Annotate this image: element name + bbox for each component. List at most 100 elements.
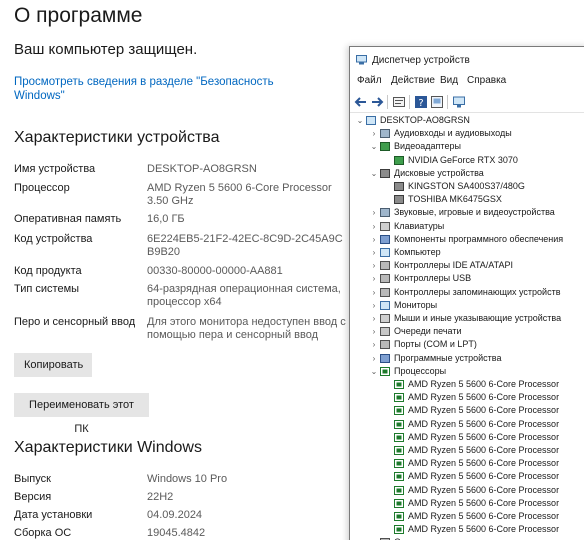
back-icon[interactable] xyxy=(354,95,368,109)
tree-category-item[interactable]: › Контроллеры IDE ATA/ATAPI xyxy=(350,259,584,272)
forward-icon[interactable] xyxy=(370,95,384,109)
properties-icon[interactable] xyxy=(392,95,406,109)
tree-device-item[interactable]: AMD Ryzen 5 5600 6-Core Processor xyxy=(350,523,584,536)
display-icon xyxy=(394,155,404,165)
chevron-right-icon[interactable]: › xyxy=(370,272,378,285)
menu-file[interactable]: Файл xyxy=(357,75,382,86)
tree-device-item[interactable]: AMD Ryzen 5 5600 6-Core Processor xyxy=(350,470,584,483)
tree-category-item[interactable]: ⌄ Видеоадаптеры xyxy=(350,140,584,153)
tree-item-label: AMD Ryzen 5 5600 6-Core Processor xyxy=(408,524,560,535)
spec-label: Выпуск xyxy=(14,473,51,485)
chevron-right-icon[interactable]: › xyxy=(370,352,378,365)
copy-button[interactable]: Копировать xyxy=(14,353,92,377)
security-details-link[interactable]: Просмотреть сведения в разделе "Безопасн… xyxy=(14,75,314,103)
tree-item-label: AMD Ryzen 5 5600 6-Core Processor xyxy=(408,497,560,508)
tree-item-label: Процессоры xyxy=(394,365,447,376)
tree-device-item[interactable]: AMD Ryzen 5 5600 6-Core Processor xyxy=(350,404,584,417)
tree-category-item[interactable]: › Звуковые, игровые и видеоустройства xyxy=(350,206,584,219)
chevron-right-icon[interactable]: › xyxy=(370,536,378,540)
chevron-down-icon[interactable]: ⌄ xyxy=(370,167,378,180)
tree-item-label: DESKTOP-AO8GRSN xyxy=(380,115,470,125)
tree-category-item[interactable]: › Клавиатуры xyxy=(350,220,584,233)
rename-pc-button[interactable]: Переименовать этот ПК xyxy=(14,393,149,435)
tree-category-item[interactable]: › Мониторы xyxy=(350,299,584,312)
tree-category-item[interactable]: › Очереди печати xyxy=(350,325,584,338)
tree-device-item[interactable]: AMD Ryzen 5 5600 6-Core Processor xyxy=(350,418,584,431)
tree-device-item[interactable]: AMD Ryzen 5 5600 6-Core Processor xyxy=(350,431,584,444)
help-icon[interactable]: ? xyxy=(414,95,428,109)
tree-category-item[interactable]: › Сетевые адаптеры xyxy=(350,536,584,540)
tree-device-item[interactable]: AMD Ryzen 5 5600 6-Core Processor xyxy=(350,484,584,497)
tree-category-item[interactable]: ⌄ Процессоры xyxy=(350,365,584,378)
computer-icon xyxy=(380,248,390,257)
menu-help[interactable]: Справка xyxy=(467,75,506,86)
spec-value: 16,0 ГБ xyxy=(147,213,185,225)
chevron-right-icon[interactable]: › xyxy=(370,220,378,233)
tree-category-item[interactable]: › Контроллеры USB xyxy=(350,272,584,285)
spec-value: DESKTOP-AO8GRSN xyxy=(147,163,257,175)
computer-icon xyxy=(366,116,376,125)
tree-item-label: Программные устройства xyxy=(394,352,502,363)
audio-icon xyxy=(380,129,390,139)
software-icon xyxy=(380,234,390,244)
chevron-right-icon[interactable]: › xyxy=(370,233,378,246)
title-bar[interactable]: Диспетчер устройств xyxy=(350,47,584,73)
tree-category-item[interactable]: › Компьютер xyxy=(350,246,584,259)
mouse-icon xyxy=(380,314,390,323)
tree-device-item[interactable]: AMD Ryzen 5 5600 6-Core Processor xyxy=(350,444,584,457)
tree-device-item[interactable]: AMD Ryzen 5 5600 6-Core Processor xyxy=(350,391,584,404)
chevron-right-icon[interactable]: › xyxy=(370,338,378,351)
chevron-down-icon[interactable]: ⌄ xyxy=(370,140,378,153)
monitor-icon[interactable] xyxy=(452,95,466,109)
tree-category-item[interactable]: › Контроллеры запоминающих устройств xyxy=(350,286,584,299)
spec-label: Тип системы xyxy=(14,283,80,295)
chevron-right-icon[interactable]: › xyxy=(370,206,378,219)
tree-item-label: Компоненты программного обеспечения xyxy=(394,233,564,244)
chevron-right-icon[interactable]: › xyxy=(370,312,378,325)
spec-value: 6E224EB5-21F2-42EC-8C9D-2C45A9CB9B20 xyxy=(147,233,343,258)
chevron-right-icon[interactable]: › xyxy=(370,299,378,312)
tree-item-label: Порты (COM и LPT) xyxy=(394,339,477,350)
menu-view[interactable]: Вид xyxy=(440,75,458,86)
chevron-right-icon[interactable]: › xyxy=(370,259,378,272)
device-manager-icon xyxy=(356,55,367,65)
port-icon xyxy=(380,340,390,350)
tree-category-item[interactable]: › Мыши и иные указывающие устройства xyxy=(350,312,584,325)
menu-bar: Файл Действие Вид Справка xyxy=(350,73,584,91)
spec-label: Имя устройства xyxy=(14,163,96,175)
tree-device-item[interactable]: AMD Ryzen 5 5600 6-Core Processor xyxy=(350,510,584,523)
tree-item-label: Контроллеры IDE ATA/ATAPI xyxy=(394,260,513,271)
tree-device-item[interactable]: KINGSTON SA400S37/480G xyxy=(350,180,584,193)
tree-category-item[interactable]: › Программные устройства xyxy=(350,352,584,365)
tree-category-item[interactable]: › Аудиовходы и аудиовыходы xyxy=(350,127,584,140)
tree-item-label: NVIDIA GeForce RTX 3070 xyxy=(408,154,518,165)
spec-value: 64-разрядная операционная система, проце… xyxy=(147,283,341,308)
tree-item-label: AMD Ryzen 5 5600 6-Core Processor xyxy=(408,471,560,482)
spec-label: Перо и сенсорный ввод xyxy=(14,316,136,328)
tree-device-item[interactable]: NVIDIA GeForce RTX 3070 xyxy=(350,154,584,167)
chevron-right-icon[interactable]: › xyxy=(370,286,378,299)
menu-action[interactable]: Действие xyxy=(391,75,435,86)
tree-category-item[interactable]: › Порты (COM и LPT) xyxy=(350,338,584,351)
chevron-right-icon[interactable]: › xyxy=(370,325,378,338)
scan-icon[interactable] xyxy=(430,95,444,109)
chevron-right-icon[interactable]: › xyxy=(370,246,378,259)
cpu-icon xyxy=(394,393,404,403)
tree-category-item[interactable]: › Компоненты программного обеспечения xyxy=(350,233,584,246)
cpu-icon xyxy=(394,525,404,535)
tree-item-label: AMD Ryzen 5 5600 6-Core Processor xyxy=(408,418,560,429)
tree-item-label: AMD Ryzen 5 5600 6-Core Processor xyxy=(408,484,560,495)
disk-icon xyxy=(394,182,404,191)
chevron-right-icon[interactable]: › xyxy=(370,127,378,140)
chevron-down-icon[interactable]: ⌄ xyxy=(356,114,364,127)
tree-device-item[interactable]: TOSHIBA MK6475GSX xyxy=(350,193,584,206)
tree-category-item[interactable]: ⌄ Дисковые устройства xyxy=(350,167,584,180)
tree-device-item[interactable]: AMD Ryzen 5 5600 6-Core Processor xyxy=(350,378,584,391)
window-title: Диспетчер устройств xyxy=(372,55,470,66)
chevron-down-icon[interactable]: ⌄ xyxy=(370,365,378,378)
tree-device-item[interactable]: AMD Ryzen 5 5600 6-Core Processor xyxy=(350,457,584,470)
page-title: О программе xyxy=(14,4,143,27)
tree-root[interactable]: ⌄ DESKTOP-AO8GRSN xyxy=(350,114,584,127)
tree-device-item[interactable]: AMD Ryzen 5 5600 6-Core Processor xyxy=(350,497,584,510)
usb-icon xyxy=(380,274,390,284)
